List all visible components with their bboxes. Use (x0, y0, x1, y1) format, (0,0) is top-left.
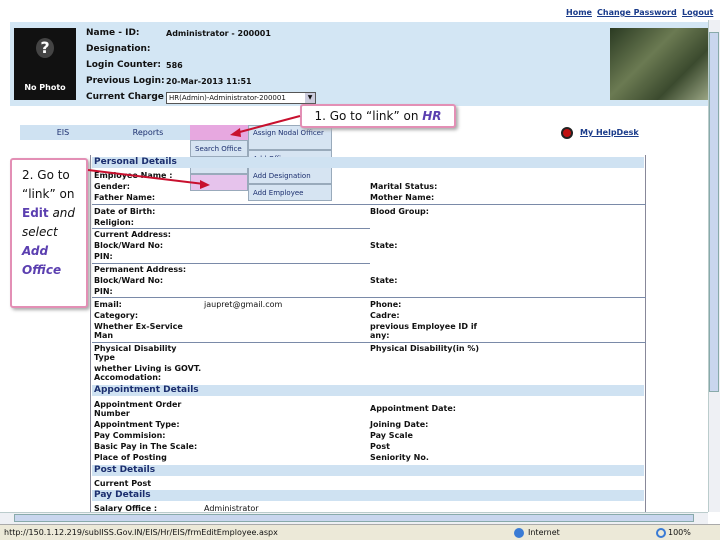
vertical-scroll-thumb[interactable] (709, 32, 719, 392)
status-zone: Internet (528, 528, 560, 537)
arrow-to-edit (87, 169, 205, 185)
arrow-head-icon (230, 128, 241, 137)
callout-arrows (87, 115, 301, 189)
horizontal-scroll-thumb[interactable] (14, 514, 694, 522)
arrow-to-hr (235, 115, 301, 134)
arrow-head-icon (200, 180, 210, 189)
status-zoom[interactable]: 100% (668, 525, 691, 540)
status-url: http://150.1.12.219/subIISS.Gov.IN/EIS/H… (4, 528, 278, 537)
browser-status-bar: http://150.1.12.219/subIISS.Gov.IN/EIS/H… (0, 524, 720, 540)
zoom-icon (656, 528, 666, 538)
globe-icon (514, 528, 524, 538)
